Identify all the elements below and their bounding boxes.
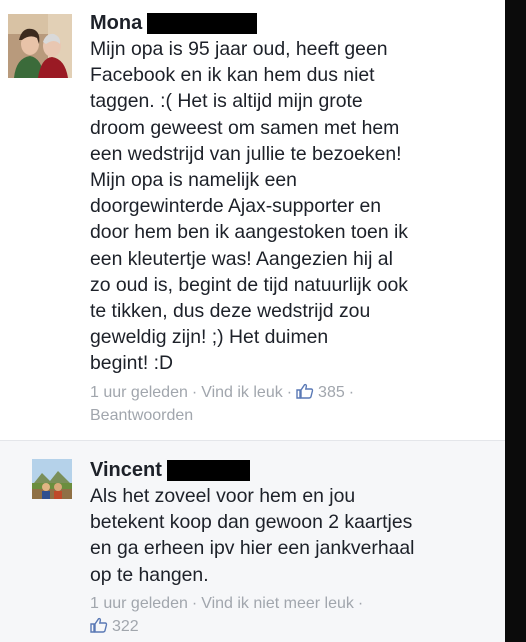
comment-body: Vincent Als het zoveel voor hem en jou b… bbox=[90, 457, 495, 638]
comment-text: Mijn opa is 95 jaar oud, heeft geen Face… bbox=[90, 38, 409, 375]
avatar-photo-icon bbox=[32, 459, 72, 499]
comment-header: Mona bbox=[90, 10, 495, 36]
thumbs-up-icon[interactable] bbox=[296, 383, 314, 399]
comment-time[interactable]: 1 uur geleden bbox=[90, 595, 188, 612]
name-redaction bbox=[166, 459, 250, 481]
unlike-link[interactable]: Vind ik niet meer leuk bbox=[201, 595, 354, 612]
avatar-photo-icon bbox=[8, 14, 72, 78]
comment-body: Mona Mijn opa is 95 jaar oud, heeft geen… bbox=[90, 10, 495, 427]
thumbs-up-icon[interactable] bbox=[90, 617, 108, 633]
comment-text: Als het zoveel voor hem en jou betekent … bbox=[90, 485, 415, 586]
comment-header: Vincent bbox=[90, 457, 495, 483]
separator: · bbox=[286, 383, 293, 401]
comment-mona: Mona Mijn opa is 95 jaar oud, heeft geen… bbox=[0, 0, 505, 440]
comment-time[interactable]: 1 uur geleden bbox=[90, 384, 188, 401]
author-name[interactable]: Vincent bbox=[90, 457, 162, 483]
separator: · bbox=[357, 594, 364, 612]
separator: · bbox=[348, 383, 355, 401]
reply-link[interactable]: Beantwoorden bbox=[90, 407, 193, 424]
like-count[interactable]: 322 bbox=[112, 618, 139, 635]
comment-thread: Mona Mijn opa is 95 jaar oud, heeft geen… bbox=[0, 0, 526, 642]
screen-edge bbox=[505, 0, 526, 642]
separator: · bbox=[191, 594, 198, 612]
author-name[interactable]: Mona bbox=[90, 10, 142, 36]
name-redaction bbox=[147, 12, 258, 34]
separator: · bbox=[191, 383, 198, 401]
like-link[interactable]: Vind ik leuk bbox=[201, 384, 283, 401]
comment-actions: 1 uur geleden · Vind ik niet meer leuk · 32… bbox=[90, 592, 495, 638]
comment-actions: 1 uur geleden · Vind ik leuk · 385 · Beantwoo… bbox=[90, 381, 495, 427]
avatar[interactable] bbox=[8, 14, 72, 78]
like-count[interactable]: 385 bbox=[318, 384, 345, 401]
avatar[interactable] bbox=[32, 459, 72, 499]
comment-vincent: Vincent Als het zoveel voor hem en jou b… bbox=[0, 440, 505, 642]
